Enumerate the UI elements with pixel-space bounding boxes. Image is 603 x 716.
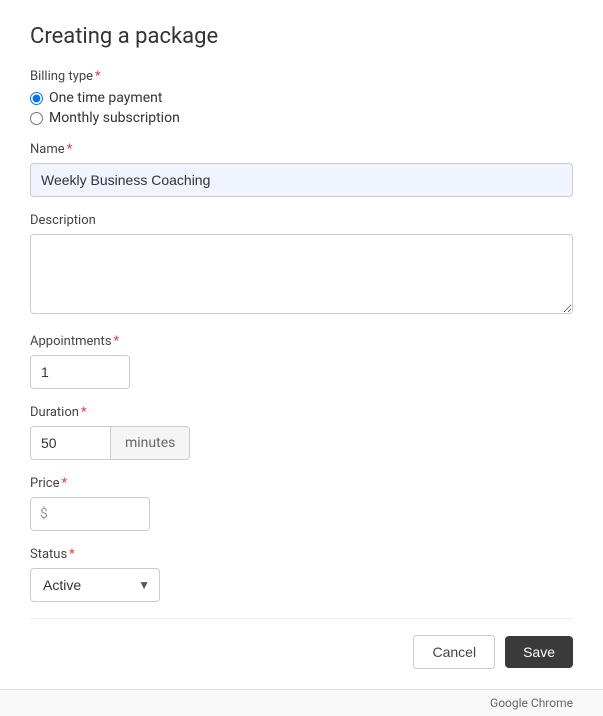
monthly-radio-input[interactable] [30, 112, 43, 125]
footer-actions: Cancel Save [30, 618, 573, 669]
duration-required: * [81, 405, 87, 420]
price-symbol: $ [40, 506, 48, 522]
name-required: * [67, 142, 73, 157]
price-label: Price* [30, 476, 573, 491]
price-wrapper: $ [30, 497, 150, 531]
price-input[interactable] [30, 497, 150, 531]
duration-input[interactable] [30, 426, 110, 460]
duration-group: Duration* minutes [30, 405, 573, 460]
form-container: Creating a package Billing type* One tim… [0, 0, 603, 689]
price-group: Price* $ [30, 476, 573, 531]
page-title: Creating a package [30, 24, 573, 49]
bottom-bar: Google Chrome [0, 689, 603, 716]
duration-wrapper: minutes [30, 426, 573, 460]
status-group: Status* Active Inactive ▼ [30, 547, 573, 602]
chrome-bar-text: Google Chrome [490, 696, 573, 710]
description-group: Description [30, 213, 573, 318]
monthly-subscription-radio[interactable]: Monthly subscription [30, 110, 573, 126]
name-label: Name* [30, 142, 573, 157]
required-indicator: * [95, 69, 101, 84]
cancel-button[interactable]: Cancel [413, 635, 495, 669]
name-group: Name* [30, 142, 573, 197]
billing-type-label: Billing type* [30, 69, 573, 84]
name-input[interactable] [30, 163, 573, 197]
price-required: * [61, 476, 67, 491]
one-time-payment-radio[interactable]: One time payment [30, 90, 573, 106]
appointments-label: Appointments* [30, 334, 573, 349]
duration-unit-label: minutes [110, 426, 190, 460]
appointments-required: * [114, 334, 120, 349]
save-button[interactable]: Save [505, 636, 573, 668]
one-time-radio-input[interactable] [30, 92, 43, 105]
status-select-wrapper: Active Inactive ▼ [30, 568, 160, 602]
status-label: Status* [30, 547, 573, 562]
appointments-group: Appointments* [30, 334, 573, 389]
status-required: * [69, 547, 75, 562]
description-label: Description [30, 213, 573, 228]
appointments-input[interactable] [30, 355, 130, 389]
billing-type-group: Billing type* One time payment Monthly s… [30, 69, 573, 126]
description-input[interactable] [30, 234, 573, 314]
status-select[interactable]: Active Inactive [30, 568, 160, 602]
duration-label: Duration* [30, 405, 573, 420]
